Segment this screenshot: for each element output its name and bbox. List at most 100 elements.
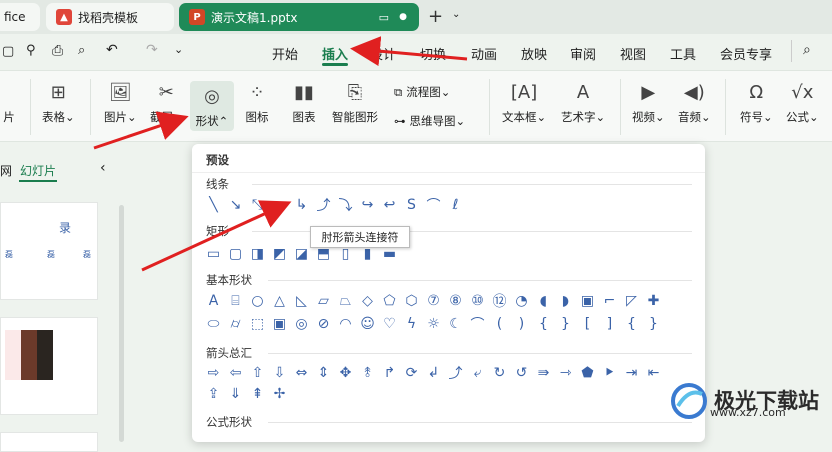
line-shape-icon[interactable]: ↳ — [292, 195, 311, 214]
basic-shape-icon[interactable]: { — [534, 314, 553, 333]
basic-shape-icon[interactable]: ♡ — [380, 314, 399, 333]
basic-shape-icon[interactable]: } — [644, 314, 663, 333]
arrow-shape-icon[interactable]: ⇪ — [204, 384, 223, 403]
basic-shape-icon[interactable]: ⌒ — [468, 314, 487, 333]
arrow-shape-icon[interactable]: ⇥ — [622, 363, 641, 382]
arrow-shape-icon[interactable]: ⥉ — [358, 363, 377, 382]
menu-insert[interactable]: 插入 — [322, 44, 348, 63]
flowchart-button[interactable]: ⧉ 流程图 ⌄ — [394, 84, 450, 100]
line-shape-icon[interactable]: ℓ — [446, 195, 465, 214]
arrow-shape-icon[interactable]: ⇩ — [270, 363, 289, 382]
rect-shape-icon[interactable]: ◩ — [270, 244, 289, 263]
tab-presentation[interactable]: P 演示文稿1.pptx ▭ ● — [179, 3, 419, 31]
line-shape-icon[interactable]: ⌒ — [424, 195, 443, 214]
menu-tools[interactable]: 工具 — [670, 44, 696, 63]
line-shape-icon[interactable]: ⤷ — [270, 195, 289, 214]
basic-shape-icon[interactable]: ⬠ — [380, 291, 399, 310]
basic-shape-icon[interactable]: ⬡ — [402, 291, 421, 310]
basic-shape-icon[interactable]: ⑧ — [446, 291, 465, 310]
slide-thumbnail-2[interactable] — [0, 317, 98, 415]
rect-shape-icon[interactable]: ◨ — [248, 244, 267, 263]
basic-shape-icon[interactable]: ☺ — [358, 314, 377, 333]
basic-shape-icon[interactable]: ◇ — [358, 291, 377, 310]
formula-button[interactable]: √x 公式⌄ — [786, 79, 819, 125]
basic-shape-icon[interactable]: ] — [600, 314, 619, 333]
line-shape-icon[interactable]: ╲ — [204, 195, 223, 214]
search-icon[interactable]: ⌕ — [803, 42, 811, 58]
arrow-shape-icon[interactable]: ↲ — [424, 363, 443, 382]
chevron-down-icon[interactable]: ⌄ — [174, 43, 183, 56]
basic-shape-icon[interactable]: ◗ — [556, 291, 575, 310]
symbol-button[interactable]: Ω 符号⌄ — [740, 79, 773, 125]
new-tab-icon[interactable]: + — [428, 6, 443, 27]
panel-scrollbar[interactable] — [119, 205, 124, 442]
rect-shape-icon[interactable]: ◪ — [292, 244, 311, 263]
arrow-shape-icon[interactable]: ↺ — [512, 363, 531, 382]
tab-partial[interactable]: fice — [0, 3, 40, 31]
arrow-shape-icon[interactable]: ⇕ — [314, 363, 333, 382]
basic-shape-icon[interactable]: ○ — [248, 291, 267, 310]
basic-shape-icon[interactable]: ( — [490, 314, 509, 333]
screenshot-button[interactable]: ✂ 截屏⌄ — [150, 79, 183, 125]
menu-design[interactable]: 设计 — [370, 44, 396, 63]
arrow-shape-icon[interactable]: ⇦ — [226, 363, 245, 382]
line-shape-icon[interactable]: S — [402, 195, 421, 214]
arrow-shape-icon[interactable]: ⇾ — [556, 363, 575, 382]
rect-shape-icon[interactable]: ▢ — [226, 244, 245, 263]
undo-icon[interactable]: ↶ — [106, 42, 118, 58]
basic-shape-icon[interactable]: ⌸ — [226, 291, 245, 310]
menu-review[interactable]: 审阅 — [570, 44, 596, 63]
menu-animation[interactable]: 动画 — [471, 44, 497, 63]
table-button[interactable]: ⊞ 表格⌄ — [42, 79, 75, 125]
basic-shape-icon[interactable]: ◸ — [622, 291, 641, 310]
collapse-panel-icon[interactable]: ‹ — [100, 160, 106, 176]
menu-home[interactable]: 开始 — [272, 44, 298, 63]
menu-slideshow[interactable]: 放映 — [521, 44, 547, 63]
arrow-shape-icon[interactable]: ⇛ — [534, 363, 553, 382]
line-shape-icon[interactable]: ⤵ — [336, 195, 355, 214]
slide-thumbnail-1[interactable]: 录 磊 磊 磊 — [0, 202, 98, 300]
menu-view[interactable]: 视图 — [620, 44, 646, 63]
chevron-down-icon[interactable]: ⌄ — [452, 9, 460, 20]
outline-tab[interactable]: 网 — [0, 162, 12, 179]
basic-shape-icon[interactable]: ⑩ — [468, 291, 487, 310]
basic-shape-icon[interactable]: ⑫ — [490, 291, 509, 310]
basic-shape-icon[interactable]: ⌭ — [226, 314, 245, 333]
shape-button[interactable]: ◎ 形状⌃ — [190, 81, 234, 131]
basic-shape-icon[interactable]: A — [204, 291, 223, 310]
print-preview-icon[interactable]: ⌕ — [78, 43, 85, 58]
audio-button[interactable]: ◀) 音频⌄ — [678, 79, 711, 125]
redo-icon[interactable]: ↷ — [146, 42, 158, 58]
arrow-shape-icon[interactable]: ⤴ — [446, 363, 465, 382]
rect-shape-icon[interactable]: ▭ — [204, 244, 223, 263]
basic-shape-icon[interactable]: ◠ — [336, 314, 355, 333]
textbox-button[interactable]: [A] 文本框⌄ — [502, 79, 546, 125]
line-shape-icon[interactable]: ↘ — [226, 195, 245, 214]
arrow-shape-icon[interactable]: ⇨ — [204, 363, 223, 382]
video-button[interactable]: ▶ 视频⌄ — [632, 79, 665, 125]
basic-shape-icon[interactable]: ◺ — [292, 291, 311, 310]
basic-shape-icon[interactable]: ☼ — [424, 314, 443, 333]
basic-shape-icon[interactable]: ▱ — [314, 291, 333, 310]
arrow-shape-icon[interactable]: ⬟ — [578, 363, 597, 382]
smart-art-button[interactable]: ⎘ 智能图形 — [332, 79, 378, 125]
print-icon[interactable]: ⎙ — [52, 43, 63, 59]
basic-shape-icon[interactable]: ☾ — [446, 314, 465, 333]
line-shape-icon[interactable]: ⤴ — [314, 195, 333, 214]
basic-shape-icon[interactable]: ◖ — [534, 291, 553, 310]
picture-partial-button[interactable]: 片 — [0, 79, 22, 125]
basic-shape-icon[interactable]: [ — [578, 314, 597, 333]
monitor-icon[interactable]: ▭ — [379, 11, 389, 24]
arrow-shape-icon[interactable]: ↻ — [490, 363, 509, 382]
unsaved-dot-icon[interactable]: ● — [399, 12, 407, 22]
basic-shape-icon[interactable]: { — [622, 314, 641, 333]
arrow-shape-icon[interactable]: ↱ — [380, 363, 399, 382]
basic-shape-icon[interactable]: ⊘ — [314, 314, 333, 333]
arrow-shape-icon[interactable]: ⯈ — [600, 363, 619, 382]
icon-button[interactable]: ⁘ 图标 — [244, 79, 270, 125]
line-shape-icon[interactable]: ↩ — [380, 195, 399, 214]
line-shape-icon[interactable]: ↪ — [358, 195, 377, 214]
menu-member[interactable]: 会员专享 — [720, 44, 772, 63]
basic-shape-icon[interactable]: } — [556, 314, 575, 333]
arrow-shape-icon[interactable]: ✢ — [270, 384, 289, 403]
